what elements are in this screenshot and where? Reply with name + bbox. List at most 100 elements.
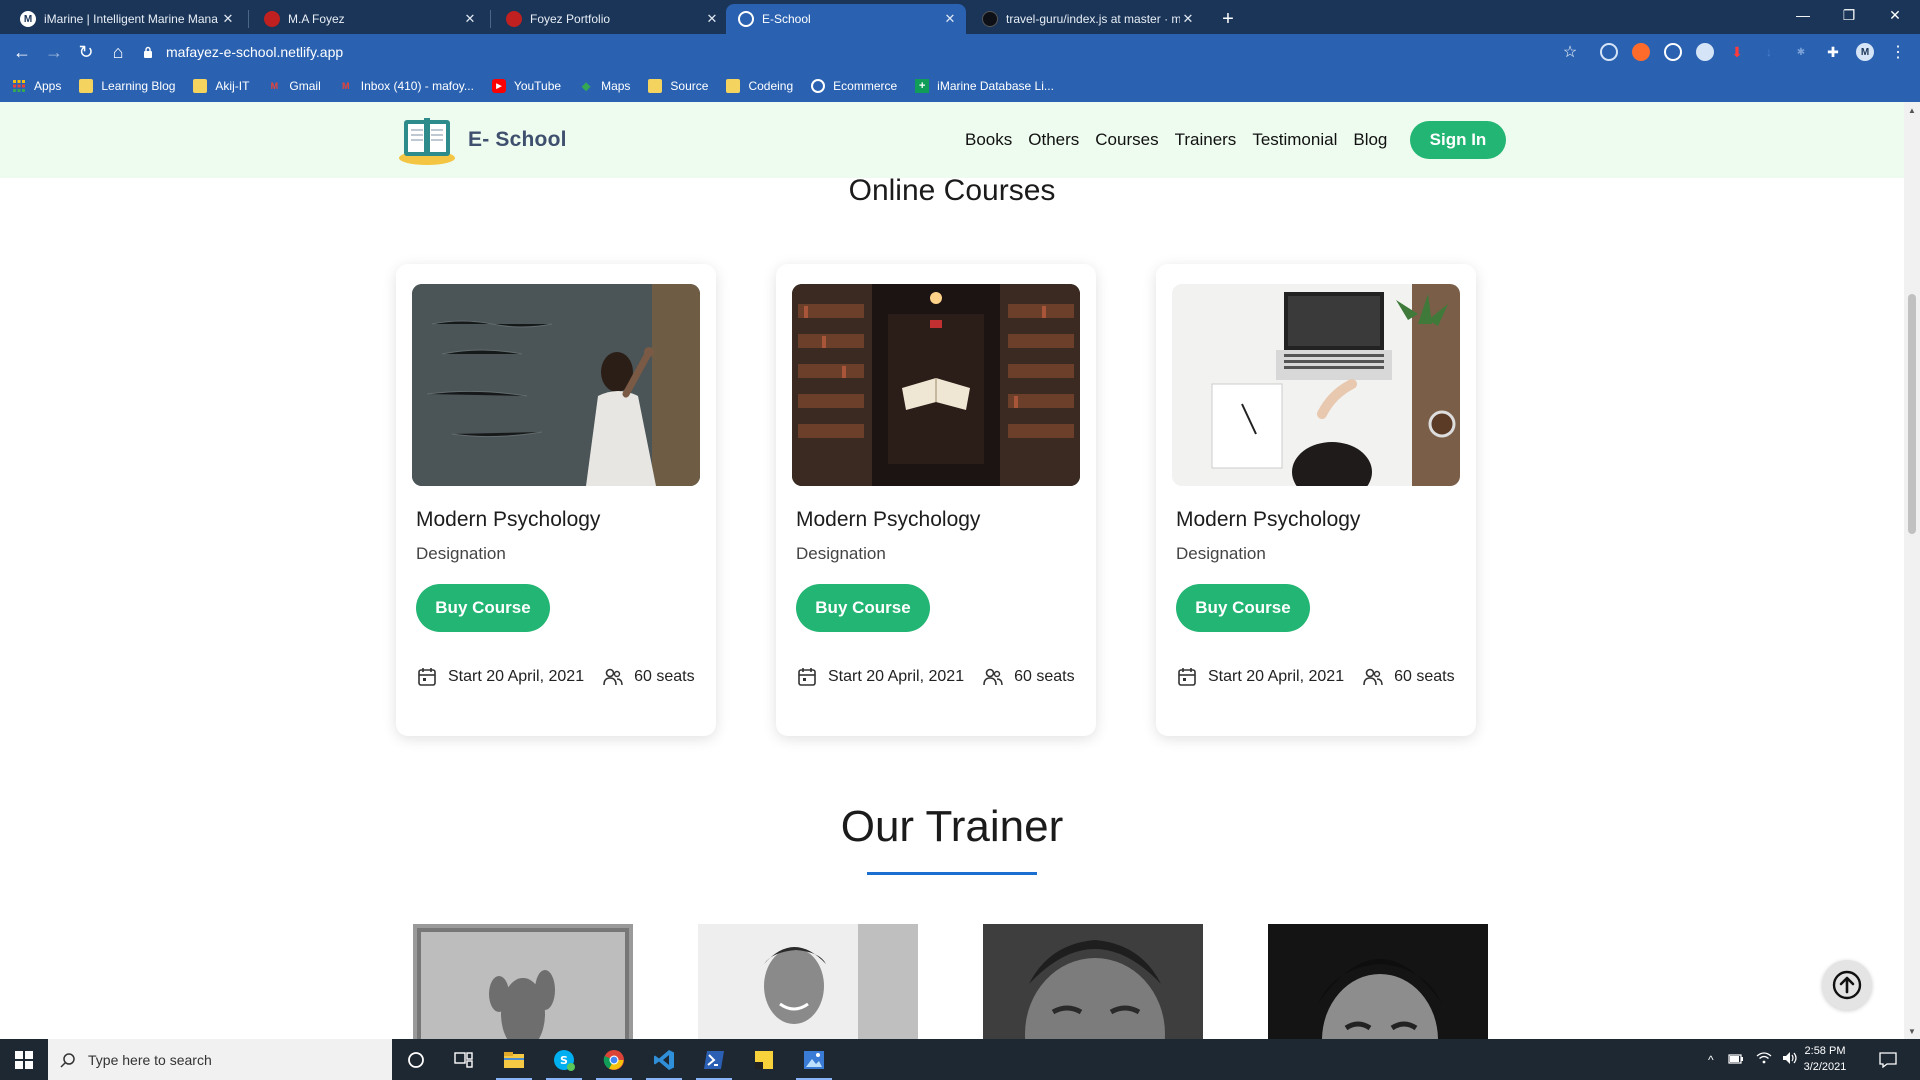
close-tab-icon[interactable]: ✕ <box>1180 11 1196 27</box>
browser-tab-eschool[interactable]: E-School ✕ <box>726 4 966 34</box>
globe-favicon-icon <box>738 11 754 27</box>
bookmark-akij-it[interactable]: Akij-IT <box>193 79 249 93</box>
buy-course-button[interactable]: Buy Course <box>416 584 550 632</box>
nav-books[interactable]: Books <box>965 130 1012 150</box>
buy-course-button[interactable]: Buy Course <box>796 584 930 632</box>
clock-date: 3/2/2021 <box>1803 1061 1847 1073</box>
users-icon <box>1362 666 1384 688</box>
bookmark-imarine-db[interactable]: + iMarine Database Li... <box>915 79 1054 93</box>
sticky-notes-app[interactable] <box>740 1039 788 1080</box>
photos-icon <box>804 1050 824 1069</box>
calendar-icon <box>1176 666 1198 688</box>
taskbar-clock[interactable]: 2:58 PM 3/2/2021 <box>1790 1043 1860 1075</box>
scrollbar-thumb[interactable] <box>1908 294 1916 534</box>
close-window-button[interactable]: ✕ <box>1872 0 1918 30</box>
nav-courses[interactable]: Courses <box>1095 130 1158 150</box>
course-meta: Start 20 April, 2021 60 seats <box>1176 666 1455 688</box>
skype-icon: S <box>554 1049 575 1071</box>
trainer-photo[interactable] <box>983 924 1203 1039</box>
bookmark-star-icon[interactable]: ☆ <box>1558 40 1582 64</box>
bookmark-inbox[interactable]: M Inbox (410) - mafoy... <box>339 79 474 93</box>
course-title: Modern Psychology <box>1176 508 1361 531</box>
extension-gear-icon[interactable]: ✱ <box>1792 43 1810 61</box>
taskbar-search-box[interactable]: Type here to search <box>48 1039 392 1080</box>
calendar-icon <box>796 666 818 688</box>
sign-in-button[interactable]: Sign In <box>1410 121 1506 159</box>
wifi-icon[interactable] <box>1756 1052 1772 1067</box>
main-nav: Books Others Courses Trainers Testimonia… <box>965 102 1403 178</box>
close-tab-icon[interactable]: ✕ <box>462 11 478 27</box>
browser-tab-imarine[interactable]: M iMarine | Intelligent Marine Mana ✕ <box>8 4 244 34</box>
extension-download-icon[interactable]: ⬇ <box>1728 43 1746 61</box>
extension-arrow-icon[interactable]: ↓ <box>1760 43 1778 61</box>
course-start-date: Start 20 April, 2021 <box>448 668 585 685</box>
trainer-photo[interactable] <box>1268 924 1488 1039</box>
maps-pin-icon: ⬥ <box>581 78 591 93</box>
browser-tab-portfolio[interactable]: Foyez Portfolio ✕ <box>494 4 728 34</box>
back-button[interactable]: ← <box>10 40 34 64</box>
trainer-photo[interactable] <box>698 924 918 1039</box>
folder-icon <box>648 79 663 93</box>
bookmark-ecommerce[interactable]: Ecommerce <box>811 79 897 93</box>
nav-trainers[interactable]: Trainers <box>1175 130 1237 150</box>
bookmark-codeing[interactable]: Codeing <box>726 79 793 93</box>
skype-app[interactable]: S <box>540 1039 588 1080</box>
photos-app[interactable] <box>790 1039 838 1080</box>
nav-others[interactable]: Others <box>1028 130 1079 150</box>
home-button[interactable]: ⌂ <box>106 40 130 64</box>
scroll-up-icon[interactable]: ▲ <box>1904 102 1920 118</box>
trainer-photo[interactable] <box>413 924 633 1039</box>
extension-target-icon[interactable] <box>1664 43 1682 61</box>
profile-avatar[interactable]: M <box>1856 43 1874 61</box>
extension-orange-icon[interactable] <box>1632 43 1650 61</box>
site-logo[interactable]: E- School <box>396 114 567 166</box>
chrome-app[interactable] <box>590 1039 638 1080</box>
notification-icon <box>1879 1051 1897 1068</box>
chevron-up-icon[interactable]: ^ <box>1708 1053 1714 1067</box>
gmail-icon: M <box>342 81 350 91</box>
browser-toolbar: ← → ↻ ⌂ mafayez-e-school.netlify.app ☆ ⬇… <box>0 34 1920 70</box>
nav-blog[interactable]: Blog <box>1353 130 1387 150</box>
users-icon <box>982 666 1004 688</box>
extensions-puzzle-icon[interactable]: ✚ <box>1824 43 1842 61</box>
buy-course-button[interactable]: Buy Course <box>1176 584 1310 632</box>
brand-name: E- School <box>468 128 567 151</box>
system-tray: ^ <box>1708 1039 1798 1080</box>
vscode-app[interactable] <box>640 1039 688 1080</box>
browser-tab-github[interactable]: travel-guru/index.js at master · m ✕ <box>970 4 1204 34</box>
bookmark-apps[interactable]: Apps <box>12 79 61 93</box>
forward-button[interactable]: → <box>42 40 66 64</box>
new-tab-button[interactable]: + <box>1216 7 1240 31</box>
course-meta: Start 20 April, 2021 60 seats <box>416 666 695 688</box>
extension-react-icon[interactable] <box>1600 43 1618 61</box>
course-card: Modern Psychology Designation Buy Course… <box>776 264 1096 736</box>
close-tab-icon[interactable]: ✕ <box>220 11 236 27</box>
battery-icon[interactable] <box>1728 1053 1744 1067</box>
menu-kebab-icon[interactable]: ⋮ <box>1886 40 1910 64</box>
minimize-button[interactable]: — <box>1780 0 1826 30</box>
bookmark-youtube[interactable]: ▶ YouTube <box>491 79 561 93</box>
restore-button[interactable]: ❐ <box>1826 0 1872 30</box>
bookmark-source[interactable]: Source <box>648 79 708 93</box>
reload-button[interactable]: ↻ <box>74 40 98 64</box>
address-bar[interactable]: mafayez-e-school.netlify.app <box>140 38 1580 66</box>
notification-center-button[interactable] <box>1866 1039 1910 1080</box>
close-tab-icon[interactable]: ✕ <box>942 11 958 27</box>
close-tab-icon[interactable]: ✕ <box>704 11 720 27</box>
bookmark-gmail[interactable]: M Gmail <box>267 79 321 93</box>
folder-icon <box>504 1051 524 1068</box>
browser-tab-foyez[interactable]: M.A Foyez ✕ <box>252 4 486 34</box>
bookmark-maps[interactable]: ⬥ Maps <box>579 78 631 94</box>
task-view-button[interactable] <box>440 1039 488 1080</box>
scroll-to-top-button[interactable] <box>1822 960 1872 1010</box>
page-scrollbar[interactable]: ▲ ▼ <box>1904 102 1920 1039</box>
scroll-down-icon[interactable]: ▼ <box>1904 1023 1920 1039</box>
start-button[interactable] <box>0 1039 48 1080</box>
file-explorer-app[interactable] <box>490 1039 538 1080</box>
bookmark-learning-blog[interactable]: Learning Blog <box>79 79 175 93</box>
github-favicon-icon <box>982 11 998 27</box>
nav-testimonial[interactable]: Testimonial <box>1252 130 1337 150</box>
extension-circle-icon[interactable] <box>1696 43 1714 61</box>
cortana-button[interactable] <box>392 1039 440 1080</box>
powershell-app[interactable] <box>690 1039 738 1080</box>
